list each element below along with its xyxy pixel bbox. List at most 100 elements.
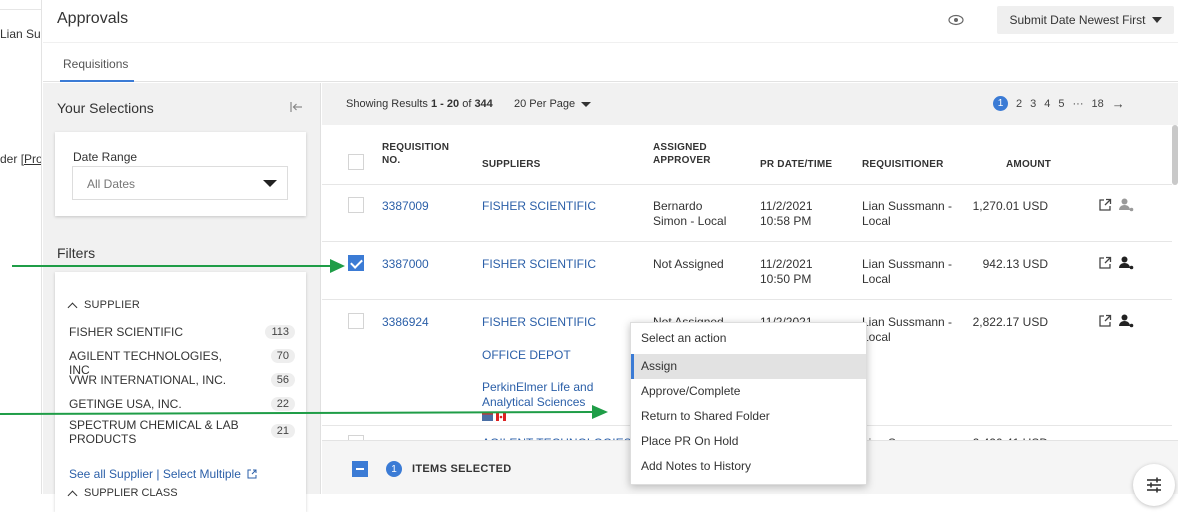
assign-user-icon[interactable] (1118, 197, 1134, 213)
page-link[interactable]: 3 (1030, 98, 1036, 110)
open-external-icon[interactable] (1098, 256, 1112, 270)
page-link[interactable]: 4 (1044, 98, 1050, 110)
filter-item-name: GETINGE USA, INC. (69, 397, 182, 411)
menu-item-return-shared[interactable]: Return to Shared Folder (631, 404, 866, 429)
supplier-link[interactable]: FISHER SCIENTIFIC (482, 257, 596, 272)
items-selected-label: ITEMS SELECTED (412, 463, 512, 475)
approver-cell: Bernardo Simon - Local (653, 199, 727, 228)
row-divider (322, 299, 1172, 300)
filter-item-count: 56 (270, 373, 295, 387)
eye-icon[interactable] (948, 12, 964, 28)
strip-link[interactable]: [Pro (21, 152, 41, 166)
see-all-supplier-link[interactable]: See all Supplier | Select Multiple (69, 467, 257, 481)
page-link-last[interactable]: 18 (1092, 98, 1104, 110)
tab-requisitions[interactable]: Requisitions (63, 57, 128, 71)
requisition-link[interactable]: 3387000 (382, 257, 429, 272)
row-divider (322, 241, 1172, 242)
col-header-suppliers[interactable]: SUPPLIERS (482, 158, 540, 171)
amount-cell: 2,822.17 USD (972, 315, 1048, 329)
filter-item-name: VWR INTERNATIONAL, INC. (69, 373, 227, 387)
supplier-link[interactable]: PerkinElmer Life and Analytical Sciences (482, 380, 602, 425)
results-summary-total: 344 (474, 98, 493, 110)
scrollbar-thumb[interactable] (1172, 125, 1178, 185)
date-range-select[interactable]: All Dates (72, 166, 288, 200)
amount-cell: 942.13 USD (982, 257, 1048, 271)
background-window-strip: Lian Sus der [Pro (0, 0, 42, 494)
date-range-label: Date Range (73, 150, 138, 164)
supplier-class-section-toggle[interactable]: SUPPLIER CLASS (67, 487, 178, 500)
menu-item-approve[interactable]: Approve/Complete (631, 379, 866, 404)
filter-item-count: 22 (270, 397, 295, 411)
requisitioner-cell: Lian Sussmann - Local (862, 199, 953, 228)
sliders-icon (1147, 477, 1161, 493)
filters-title: Filters (57, 245, 96, 261)
open-external-icon[interactable] (1098, 314, 1112, 328)
date-cell: 11/2/2021 10:50 PM (760, 257, 813, 286)
selected-count-badge: 1 (386, 461, 402, 477)
page-ellipsis: ··· (1072, 97, 1084, 110)
date-range-value: All Dates (87, 177, 136, 191)
chevron-up-icon (67, 302, 78, 312)
page-title: Approvals (57, 10, 129, 27)
next-page-arrow[interactable]: → (1112, 96, 1125, 111)
strip-text-requisitioner: Lian Sus (0, 27, 41, 41)
filter-item-name: FISHER SCIENTIFIC (69, 325, 184, 339)
row-checkbox[interactable] (348, 313, 364, 329)
filter-item-count: 113 (265, 325, 295, 339)
requisitioner-cell: Lian Sussmann - Local (862, 315, 953, 344)
assign-user-icon[interactable] (1118, 313, 1134, 329)
supplier-link[interactable]: FISHER SCIENTIFIC (482, 315, 596, 330)
per-page-label: 20 Per Page (514, 98, 576, 110)
assign-user-icon[interactable] (1118, 255, 1134, 271)
supplier-name: PerkinElmer Life and Analytical Sciences (482, 380, 594, 409)
strip-text-prefix: der (0, 152, 18, 166)
filters-card: SUPPLIER FISHER SCIENTIFIC 113 AGILENT T… (55, 272, 306, 512)
collapse-panel-icon[interactable] (289, 100, 303, 114)
row-checkbox-checked[interactable] (348, 255, 364, 271)
date-cell: 11/2/2021 10:58 PM (760, 199, 813, 228)
filter-settings-button[interactable] (1133, 464, 1175, 506)
col-header-date[interactable]: PR DATE/TIME (760, 158, 832, 171)
supplier-link[interactable]: OFFICE DEPOT (482, 348, 571, 363)
page-link[interactable]: 5 (1058, 98, 1064, 110)
deselect-all-checkbox[interactable] (352, 461, 368, 477)
requisition-link[interactable]: 3387009 (382, 199, 429, 214)
menu-item-place-on-hold[interactable]: Place PR On Hold (631, 429, 866, 454)
action-menu-header: Select an action (641, 331, 727, 345)
col-header-requisitioner[interactable]: REQUISITIONER (862, 158, 944, 171)
results-summary-range: 1 - 20 (431, 98, 460, 110)
caret-down-icon (263, 180, 277, 187)
filter-item-name: SPECTRUM CHEMICAL & LAB PRODUCTS (69, 418, 239, 446)
supplier-class-section-label: SUPPLIER CLASS (84, 487, 178, 499)
menu-item-add-notes[interactable]: Add Notes to History (631, 454, 866, 479)
filter-item-count: 70 (270, 349, 295, 363)
pagination: 1 2 3 4 5 ··· 18 → (993, 96, 1125, 111)
col-header-approver[interactable]: ASSIGNED APPROVER (653, 141, 733, 167)
col-header-amount[interactable]: AMOUNT (1006, 158, 1051, 171)
supplier-section-toggle[interactable]: SUPPLIER (67, 299, 141, 312)
sort-dropdown[interactable]: Submit Date Newest First (997, 6, 1174, 34)
flag-icon (482, 413, 506, 421)
your-selections-title: Your Selections (57, 100, 154, 116)
row-checkbox[interactable] (348, 197, 364, 213)
page-current[interactable]: 1 (993, 96, 1008, 111)
per-page-dropdown[interactable]: 20 Per Page (514, 98, 592, 110)
active-tab-indicator (60, 80, 134, 82)
menu-item-assign[interactable]: Assign (631, 354, 866, 379)
page-link[interactable]: 2 (1016, 98, 1022, 110)
strip-text-folder: der [Pro (0, 152, 41, 166)
chevron-up-icon (67, 490, 78, 500)
results-toolbar: Showing Results 1 - 20 of 344 20 Per Pag… (322, 83, 1178, 125)
caret-down-icon (581, 101, 592, 107)
col-header-requisition[interactable]: REQUISITION NO. (382, 141, 462, 167)
open-external-icon[interactable] (1098, 198, 1112, 212)
tab-bar: Requisitions (43, 42, 1178, 82)
select-all-checkbox[interactable] (348, 154, 364, 170)
date-range-card: Date Range All Dates (55, 132, 306, 216)
sort-label: Submit Date Newest First (1009, 13, 1146, 27)
requisition-link[interactable]: 3386924 (382, 315, 429, 330)
supplier-section-label: SUPPLIER (84, 299, 141, 311)
results-summary-prefix: Showing Results (346, 98, 431, 110)
supplier-link[interactable]: FISHER SCIENTIFIC (482, 199, 596, 214)
left-panel: Your Selections Date Range All Dates Fil… (43, 83, 321, 512)
